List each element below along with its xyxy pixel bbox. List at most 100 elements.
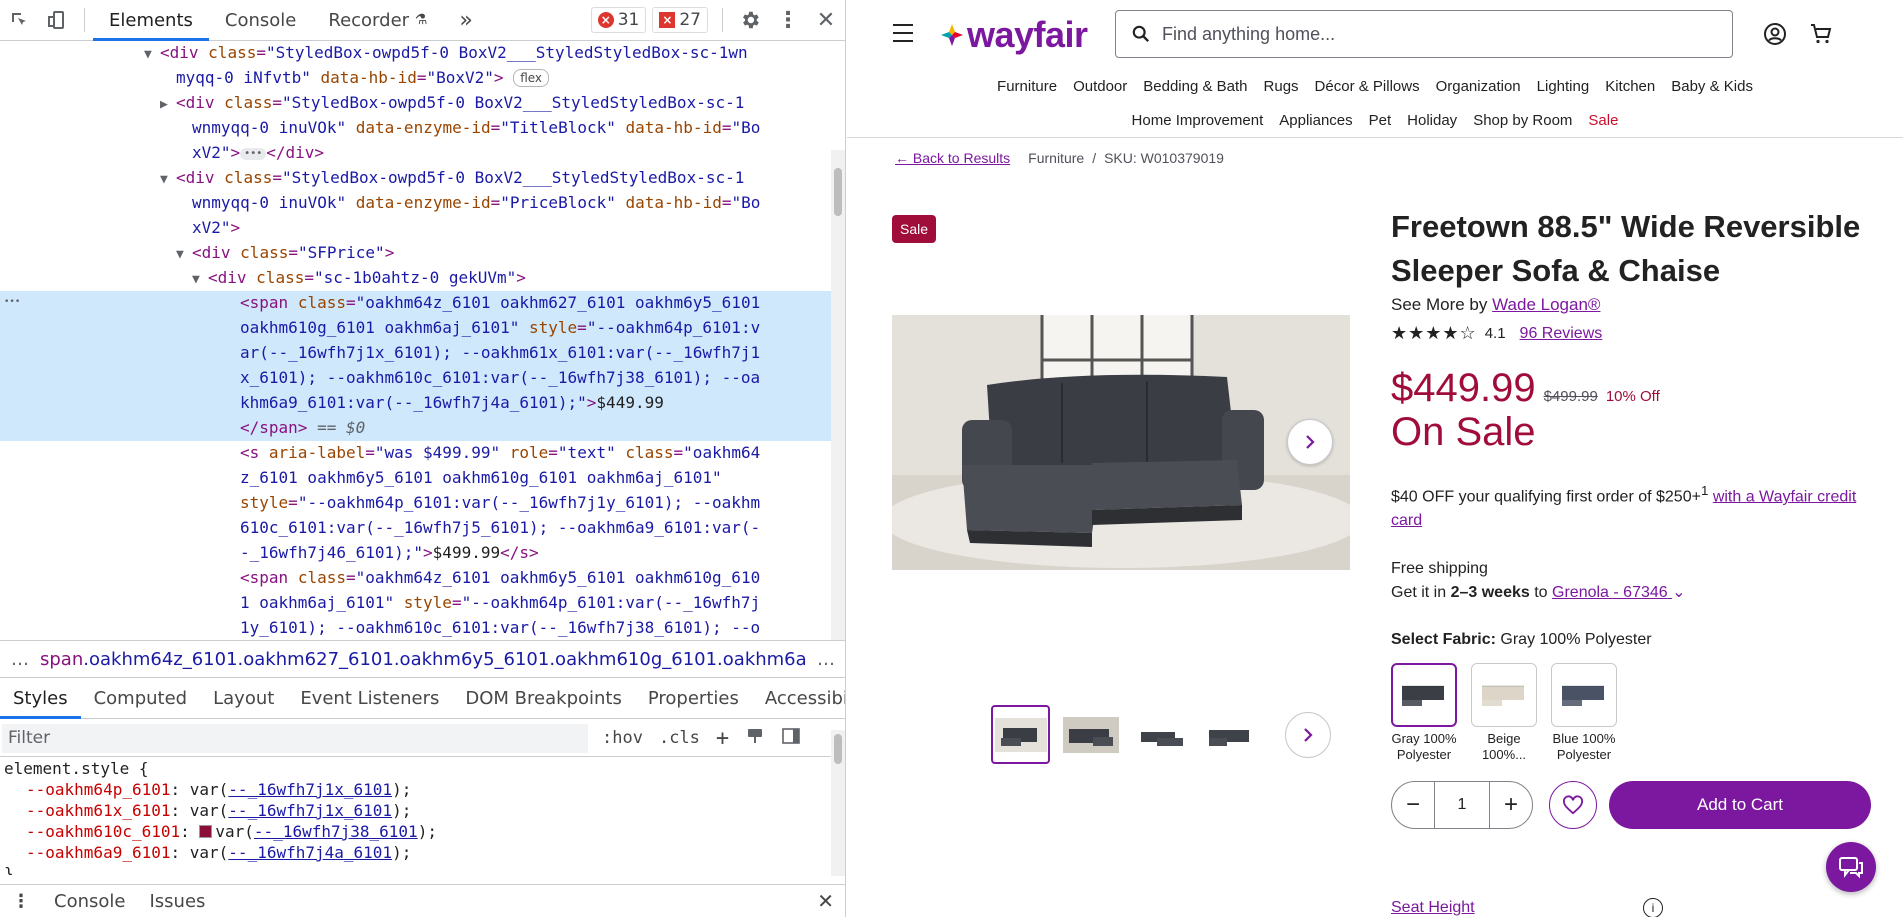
fabric-swatch[interactable]: Gray 100% Polyester (1391, 663, 1457, 763)
nav-item[interactable]: Rugs (1264, 78, 1299, 95)
expand-toggle-icon[interactable]: ▼ (160, 168, 176, 191)
nav-item[interactable]: Holiday (1407, 112, 1457, 129)
drawer-tab-issues[interactable]: Issues (137, 891, 217, 912)
tab-accessibility[interactable]: Accessibility (752, 679, 845, 719)
more-options-icon[interactable]: ⋮ (769, 0, 807, 41)
element-style-rule[interactable]: element.style { --oakhm64p_6101: var(--_… (0, 758, 832, 875)
dom-node-line-selected[interactable]: khm6a9_6101:var(--_16wfh7j4a_6101);">$44… (0, 391, 832, 416)
color-swatch[interactable] (199, 825, 213, 838)
thumbnail-4[interactable] (1201, 705, 1260, 764)
dom-node-line[interactable]: <s aria-label="was $499.99" role="text" … (0, 441, 832, 466)
close-drawer-icon[interactable]: ✕ (805, 889, 845, 913)
expand-toggle-icon[interactable]: ▶ (160, 93, 176, 116)
nav-item[interactable]: Baby & Kids (1671, 78, 1753, 95)
issues-badge[interactable]: × 27 (652, 7, 708, 33)
location-link[interactable]: Grenola - 67346 ⌄ (1552, 584, 1686, 601)
image-next-button[interactable] (1287, 419, 1333, 465)
expand-toggle-icon[interactable]: ▼ (192, 268, 208, 291)
styles-scrollbar[interactable] (831, 730, 845, 876)
css-declaration[interactable]: --oakhm610c_6101: var(--_16wfh7j38_6101)… (4, 821, 832, 842)
dom-node-line[interactable]: myqq-0 iNfvtb" data-hb-id="BoxV2"> flex (0, 66, 832, 91)
new-style-rule-icon[interactable]: + (716, 726, 729, 751)
wayfair-logo[interactable]: wayfair (939, 14, 1088, 56)
dom-node-line[interactable]: ▼ <div class="SFPrice"> (0, 241, 832, 266)
dom-node-line[interactable]: ▼ <div class="sc-1b0ahtz-0 gekUVm"> (0, 266, 832, 291)
hov-toggle[interactable]: :hov (602, 728, 643, 748)
toggle-sidebar-icon[interactable] (781, 726, 801, 751)
css-declaration[interactable]: --oakhm6a9_6101: var(--_16wfh7j4a_6101); (4, 842, 832, 863)
dom-tree-scroll-thumb[interactable] (834, 168, 842, 216)
nav-item[interactable]: Appliances (1279, 112, 1352, 129)
add-to-cart-button[interactable]: Add to Cart (1609, 781, 1871, 830)
tab-computed[interactable]: Computed (81, 679, 201, 719)
dom-node-line[interactable]: xV2"> (0, 216, 832, 241)
nav-item[interactable]: Lighting (1537, 78, 1590, 95)
dom-node-line[interactable]: ▼ <div class="StyledBox-owpd5f-0 BoxV2___… (0, 41, 832, 66)
tab-styles[interactable]: Styles (0, 679, 81, 719)
css-variable-link[interactable]: --_16wfh7j1x_6101 (228, 780, 392, 799)
breadcrumb-category[interactable]: Furniture (1028, 150, 1084, 166)
dom-node-line-selected[interactable]: oakhm610g_6101 oakhm6aj_6101" style="--o… (0, 316, 832, 341)
css-declaration[interactable]: --oakhm64p_6101: var(--_16wfh7j1x_6101); (4, 779, 832, 800)
nav-item[interactable]: Home Improvement (1132, 112, 1264, 129)
rendering-emulation-icon[interactable] (745, 726, 765, 751)
thumbnails-next-button[interactable] (1285, 711, 1331, 758)
settings-gear-icon[interactable] (731, 0, 769, 41)
info-icon[interactable]: i (1643, 898, 1663, 917)
brand-link[interactable]: Wade Logan® (1492, 295, 1600, 314)
css-declaration[interactable]: --oakhm61x_6101: var(--_16wfh7j1x_6101); (4, 800, 832, 821)
errors-badge[interactable]: × 31 (590, 7, 647, 33)
tab-dom-breakpoints[interactable]: DOM Breakpoints (452, 679, 634, 719)
tab-properties[interactable]: Properties (635, 679, 752, 719)
chat-button[interactable] (1826, 842, 1876, 892)
nav-item[interactable]: Outdoor (1073, 78, 1127, 95)
dom-node-line-selected[interactable]: <span class="oakhm64z_6101 oakhm627_6101… (0, 291, 832, 316)
back-to-results-link[interactable]: ← Back to Results (895, 150, 1010, 166)
nav-item[interactable]: Bedding & Bath (1143, 78, 1247, 95)
menu-icon[interactable] (893, 24, 913, 48)
product-main-image[interactable] (892, 315, 1350, 570)
fabric-swatch[interactable]: Beige 100%... (1471, 663, 1537, 763)
favorite-button[interactable] (1549, 781, 1597, 830)
thumbnail-3[interactable] (1131, 705, 1190, 764)
tab-layout[interactable]: Layout (200, 679, 287, 719)
tab-event-listeners[interactable]: Event Listeners (287, 679, 452, 719)
quantity-input[interactable]: 1 (1434, 782, 1490, 829)
styles-filter-input[interactable]: Filter (2, 723, 588, 753)
more-tabs-button[interactable]: » (443, 0, 488, 41)
dom-node-line[interactable]: 1y_6101); --oakhm610c_6101:var(--_16wfh7… (0, 616, 832, 639)
nav-item[interactable]: Décor & Pillows (1315, 78, 1420, 95)
dom-node-line[interactable]: ▼ <div class="StyledBox-owpd5f-0 BoxV2___… (0, 166, 832, 191)
breadcrumb-selected-node[interactable]: span.oakhm64z_6101.oakhm627_6101.oakhm6y… (40, 649, 806, 670)
dom-node-line[interactable]: xV2"> ••• </div> (0, 141, 832, 166)
expand-toggle-icon[interactable]: ▼ (144, 43, 160, 66)
breadcrumb-overflow-icon[interactable]: … (806, 649, 845, 670)
tab-recorder[interactable]: Recorder ⚗ (312, 0, 443, 41)
thumbnail-2[interactable] (1061, 705, 1120, 764)
dom-node-line[interactable]: ▶ <div class="StyledBox-owpd5f-0 BoxV2___… (0, 91, 832, 116)
nav-item[interactable]: Organization (1436, 78, 1521, 95)
styles-scroll-thumb[interactable] (834, 734, 842, 764)
dom-tree-scrollbar[interactable] (831, 150, 845, 640)
css-variable-link[interactable]: --_16wfh7j4a_6101 (228, 843, 392, 862)
seat-height-link[interactable]: Seat Height (1391, 899, 1475, 917)
dom-node-line[interactable]: wnmyqq-0 inuVOk" data-enzyme-id="PriceBl… (0, 191, 832, 216)
dom-node-line[interactable]: style="--oakhm64p_6101:var(--_16wfh7j1y_… (0, 491, 832, 516)
drawer-menu-icon[interactable]: ⋮ (0, 891, 42, 912)
nav-item[interactable]: Shop by Room (1473, 112, 1572, 129)
thumbnail-1[interactable] (991, 705, 1050, 764)
nav-item[interactable]: Sale (1588, 112, 1618, 129)
breadcrumb-more-icon[interactable]: … (0, 649, 40, 670)
reviews-link[interactable]: 96 Reviews (1520, 325, 1603, 343)
dom-tree[interactable]: ▼ <div class="StyledBox-owpd5f-0 BoxV2___… (0, 41, 832, 639)
close-devtools-icon[interactable]: ✕ (807, 0, 845, 41)
dom-node-line[interactable]: z_6101 oakhm6y5_6101 oakhm610g_6101 oakh… (0, 466, 832, 491)
cls-toggle[interactable]: .cls (659, 728, 700, 748)
dom-node-line[interactable]: 1 oakhm6aj_6101" style="--oakhm64p_6101:… (0, 591, 832, 616)
drawer-tab-console[interactable]: Console (42, 891, 137, 912)
quantity-decrease-button[interactable]: − (1392, 782, 1434, 828)
node-actions-icon[interactable]: ••• (4, 291, 22, 314)
expand-toggle-icon[interactable]: ▼ (176, 243, 192, 266)
dom-node-line-selected[interactable]: </span> == $0 (0, 416, 832, 441)
quantity-increase-button[interactable]: + (1490, 782, 1532, 828)
